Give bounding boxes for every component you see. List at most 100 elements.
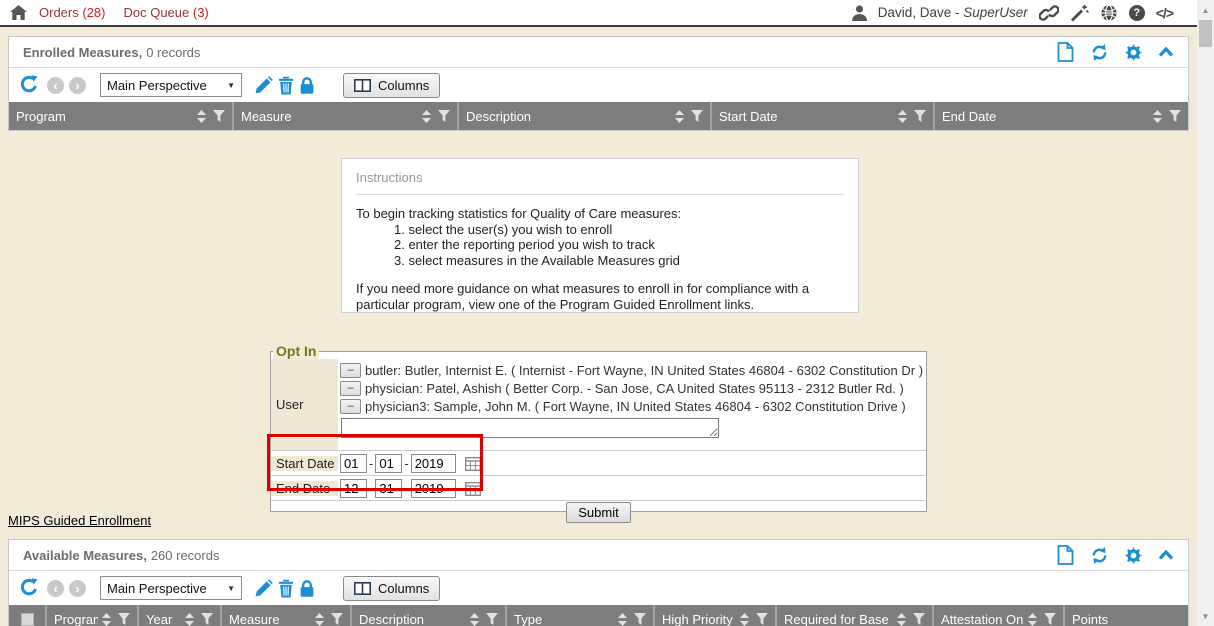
lock-icon[interactable] xyxy=(299,76,315,95)
start-date-year-input[interactable] xyxy=(411,454,456,473)
scrollbar-down-arrow[interactable]: ▼ xyxy=(1197,608,1214,624)
start-date-month-input[interactable] xyxy=(340,454,367,473)
calendar-icon[interactable] xyxy=(465,481,481,496)
column-label: Measure xyxy=(241,109,418,124)
lock-icon[interactable] xyxy=(299,579,315,598)
select-all-checkbox[interactable] xyxy=(21,613,34,626)
filter-icon[interactable] xyxy=(691,110,703,122)
columns-button[interactable]: Columns xyxy=(343,576,440,601)
sort-icon[interactable] xyxy=(470,613,479,626)
column-header-attestation-only[interactable]: Attestation Only xyxy=(934,605,1065,626)
filter-icon[interactable] xyxy=(914,110,926,122)
filter-icon[interactable] xyxy=(331,613,343,625)
link-icon[interactable] xyxy=(1039,4,1059,22)
prev-icon[interactable]: ‹ xyxy=(47,580,64,597)
available-grid-header: Program Year Measure Description Type Hi… xyxy=(9,605,1188,626)
globe-icon[interactable] xyxy=(1100,4,1118,22)
sort-icon[interactable] xyxy=(898,110,907,123)
filter-icon[interactable] xyxy=(1169,110,1181,122)
prev-icon[interactable]: ‹ xyxy=(47,77,64,94)
column-header-end-date[interactable]: End Date xyxy=(935,102,1188,130)
scrollbar-thumb[interactable] xyxy=(1199,20,1212,47)
gear-icon[interactable] xyxy=(1125,547,1142,564)
user-search-input[interactable] xyxy=(341,418,719,438)
next-icon[interactable]: › xyxy=(69,77,86,94)
filter-icon[interactable] xyxy=(486,613,498,625)
help-icon[interactable]: ? xyxy=(1129,5,1145,21)
filter-icon[interactable] xyxy=(913,613,925,625)
pencil-icon[interactable] xyxy=(254,579,273,598)
wand-icon[interactable] xyxy=(1070,4,1089,22)
remove-user-button[interactable]: – xyxy=(340,399,361,414)
user-icon xyxy=(852,5,867,21)
sort-icon[interactable] xyxy=(675,110,684,123)
filter-icon[interactable] xyxy=(756,613,768,625)
sort-icon[interactable] xyxy=(1153,110,1162,123)
undo-icon[interactable] xyxy=(19,578,39,598)
divider xyxy=(356,194,844,195)
end-date-month-input[interactable] xyxy=(340,479,367,498)
filter-icon[interactable] xyxy=(213,110,225,122)
columns-button[interactable]: Columns xyxy=(343,73,440,98)
sort-icon[interactable] xyxy=(315,613,324,626)
trash-icon[interactable] xyxy=(278,76,294,95)
new-record-icon[interactable] xyxy=(1057,545,1074,565)
filter-icon[interactable] xyxy=(201,613,213,625)
pencil-icon[interactable] xyxy=(254,76,273,95)
filter-icon[interactable] xyxy=(118,613,130,625)
trash-icon[interactable] xyxy=(278,579,294,598)
nav-orders[interactable]: Orders (28) xyxy=(39,5,105,20)
home-icon[interactable] xyxy=(10,5,27,20)
column-header-year[interactable]: Year xyxy=(139,605,222,626)
submit-button[interactable]: Submit xyxy=(566,502,630,523)
collapse-chevron-icon[interactable] xyxy=(1158,47,1174,57)
perspective-select[interactable]: Main Perspective ▼ xyxy=(100,576,242,600)
sort-icon[interactable] xyxy=(197,110,206,123)
sort-icon[interactable] xyxy=(422,110,431,123)
date-separator: - xyxy=(369,481,373,496)
column-header-description[interactable]: Description xyxy=(352,605,507,626)
end-date-year-input[interactable] xyxy=(411,479,456,498)
column-header-start-date[interactable]: Start Date xyxy=(712,102,935,130)
scrollbar-up-arrow[interactable]: ▲ xyxy=(1197,2,1214,18)
current-user-label: David, Dave - SuperUser xyxy=(878,5,1028,20)
sort-icon[interactable] xyxy=(897,613,906,626)
sort-icon[interactable] xyxy=(185,613,194,626)
undo-icon[interactable] xyxy=(19,75,39,95)
sort-icon[interactable] xyxy=(1028,613,1037,626)
filter-icon[interactable] xyxy=(634,613,646,625)
end-date-day-input[interactable] xyxy=(375,479,402,498)
perspective-select[interactable]: Main Perspective ▼ xyxy=(100,73,242,97)
column-header-measure[interactable]: Measure xyxy=(234,102,459,130)
column-header-measure[interactable]: Measure xyxy=(222,605,352,626)
calendar-icon[interactable] xyxy=(465,456,481,471)
sort-icon[interactable] xyxy=(740,613,749,626)
collapse-chevron-icon[interactable] xyxy=(1158,550,1174,560)
sort-icon[interactable] xyxy=(102,613,111,626)
start-date-day-input[interactable] xyxy=(375,454,402,473)
remove-user-button[interactable]: – xyxy=(340,381,361,396)
column-header-type[interactable]: Type xyxy=(507,605,655,626)
next-icon[interactable]: › xyxy=(69,580,86,597)
column-header-required-for-base[interactable]: Required for Base xyxy=(777,605,934,626)
column-header-program[interactable]: Program xyxy=(47,605,139,626)
gear-icon[interactable] xyxy=(1125,44,1142,61)
perspective-value: Main Perspective xyxy=(107,78,227,93)
remove-user-button[interactable]: – xyxy=(340,363,361,378)
user-role: SuperUser xyxy=(963,5,1028,20)
column-header-select-all[interactable] xyxy=(9,605,47,626)
filter-icon[interactable] xyxy=(438,110,450,122)
mips-guided-enrollment-link[interactable]: MIPS Guided Enrollment xyxy=(8,513,151,528)
column-header-points[interactable]: Points xyxy=(1065,605,1188,626)
column-header-high-priority[interactable]: High Priority xyxy=(655,605,777,626)
refresh-icon[interactable] xyxy=(1090,43,1109,62)
column-header-description[interactable]: Description xyxy=(459,102,712,130)
column-header-program[interactable]: Program xyxy=(9,102,234,130)
sort-icon[interactable] xyxy=(618,613,627,626)
page-scrollbar[interactable]: ▲ ▼ xyxy=(1197,0,1214,626)
nav-doc-queue[interactable]: Doc Queue (3) xyxy=(123,5,208,20)
refresh-icon[interactable] xyxy=(1090,546,1109,565)
new-record-icon[interactable] xyxy=(1057,42,1074,62)
filter-icon[interactable] xyxy=(1044,613,1056,625)
code-icon[interactable]: </> xyxy=(1156,5,1173,21)
